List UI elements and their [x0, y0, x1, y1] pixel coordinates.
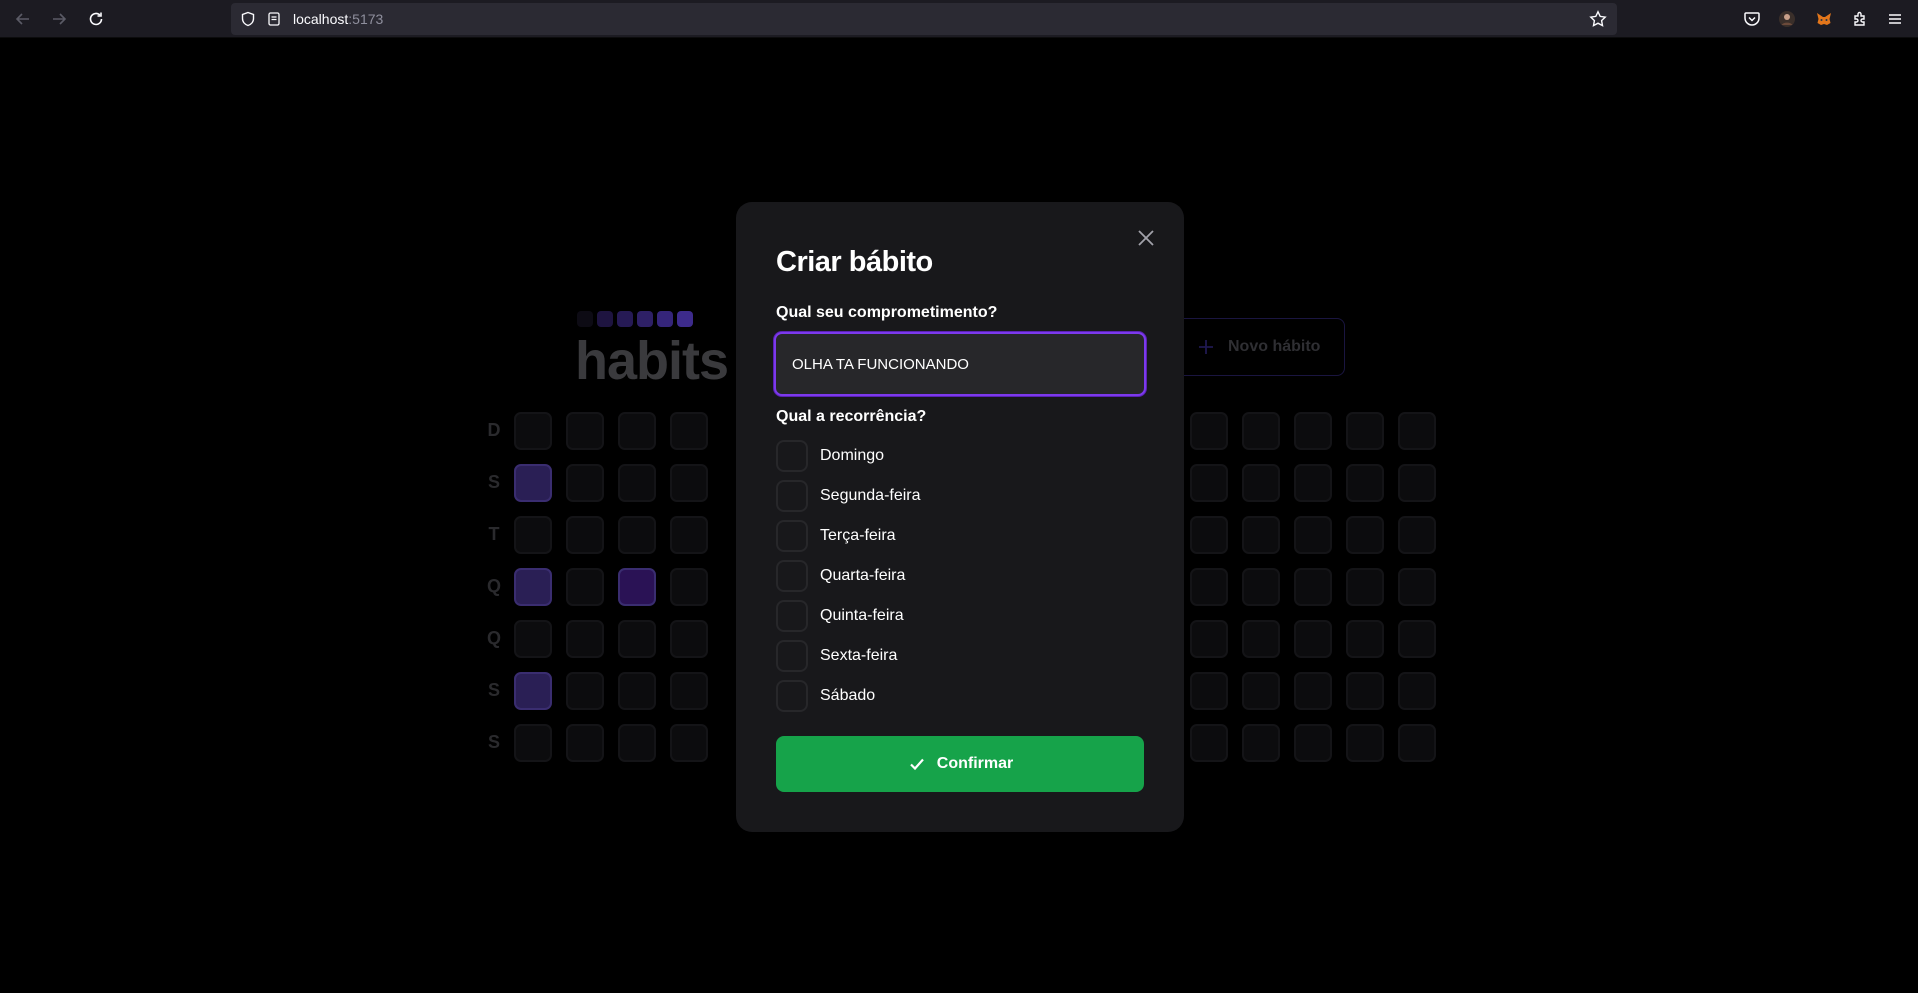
checkbox-box[interactable] — [776, 520, 808, 552]
reload-icon[interactable] — [85, 8, 107, 30]
page-icon — [268, 12, 280, 26]
url-bar[interactable]: localhost:5173 — [231, 3, 1617, 35]
confirm-button[interactable]: Confirmar — [776, 736, 1144, 792]
checkbox-box[interactable] — [776, 480, 808, 512]
checkbox-sabado[interactable]: Sábado — [776, 680, 875, 712]
bookmark-star-icon[interactable] — [1589, 10, 1607, 28]
checkbox-label: Domingo — [820, 447, 885, 464]
commitment-label: Qual seu comprometimento? — [776, 304, 998, 321]
recurrence-label: Qual a recorrência? — [776, 408, 927, 425]
extensions-icon[interactable] — [1850, 9, 1870, 29]
back-icon[interactable] — [12, 8, 34, 30]
url-text[interactable]: localhost:5173 — [293, 11, 383, 27]
modal-title: Criar bábito — [776, 246, 933, 278]
confirm-label: Confirmar — [936, 755, 1014, 772]
checkbox-quinta[interactable]: Quinta-feira — [776, 600, 904, 632]
checkbox-label: Sexta-feira — [820, 647, 898, 664]
browser-toolbar: localhost:5173 — [0, 0, 1918, 38]
checkbox-label: Quinta-feira — [820, 607, 904, 624]
checkbox-label: Terça-feira — [820, 527, 896, 544]
checkbox-label: Segunda-feira — [820, 487, 921, 504]
checkbox-box[interactable] — [776, 560, 808, 592]
shield-icon[interactable] — [240, 11, 256, 27]
commitment-input[interactable] — [774, 332, 1146, 396]
create-habit-modal: Criar bábito Qual seu comprometimento? Q… — [736, 202, 1184, 832]
checkbox-sexta[interactable]: Sexta-feira — [776, 640, 897, 672]
checkbox-domingo[interactable]: Domingo — [776, 440, 884, 472]
pocket-icon[interactable] — [1742, 9, 1762, 29]
profile-icon[interactable] — [1777, 9, 1797, 29]
menu-icon[interactable] — [1885, 9, 1905, 29]
forward-icon[interactable] — [48, 8, 70, 30]
checkbox-quarta[interactable]: Quarta-feira — [776, 560, 905, 592]
checkbox-box[interactable] — [776, 440, 808, 472]
checkbox-terca[interactable]: Terça-feira — [776, 520, 896, 552]
checkbox-label: Sábado — [820, 687, 876, 704]
checkbox-segunda[interactable]: Segunda-feira — [776, 480, 921, 512]
close-icon[interactable] — [1134, 226, 1158, 250]
checkbox-label: Quarta-feira — [820, 567, 906, 584]
metamask-icon[interactable] — [1814, 9, 1834, 29]
checkbox-box[interactable] — [776, 640, 808, 672]
checkbox-box[interactable] — [776, 680, 808, 712]
checkbox-box[interactable] — [776, 600, 808, 632]
check-icon — [909, 758, 924, 771]
